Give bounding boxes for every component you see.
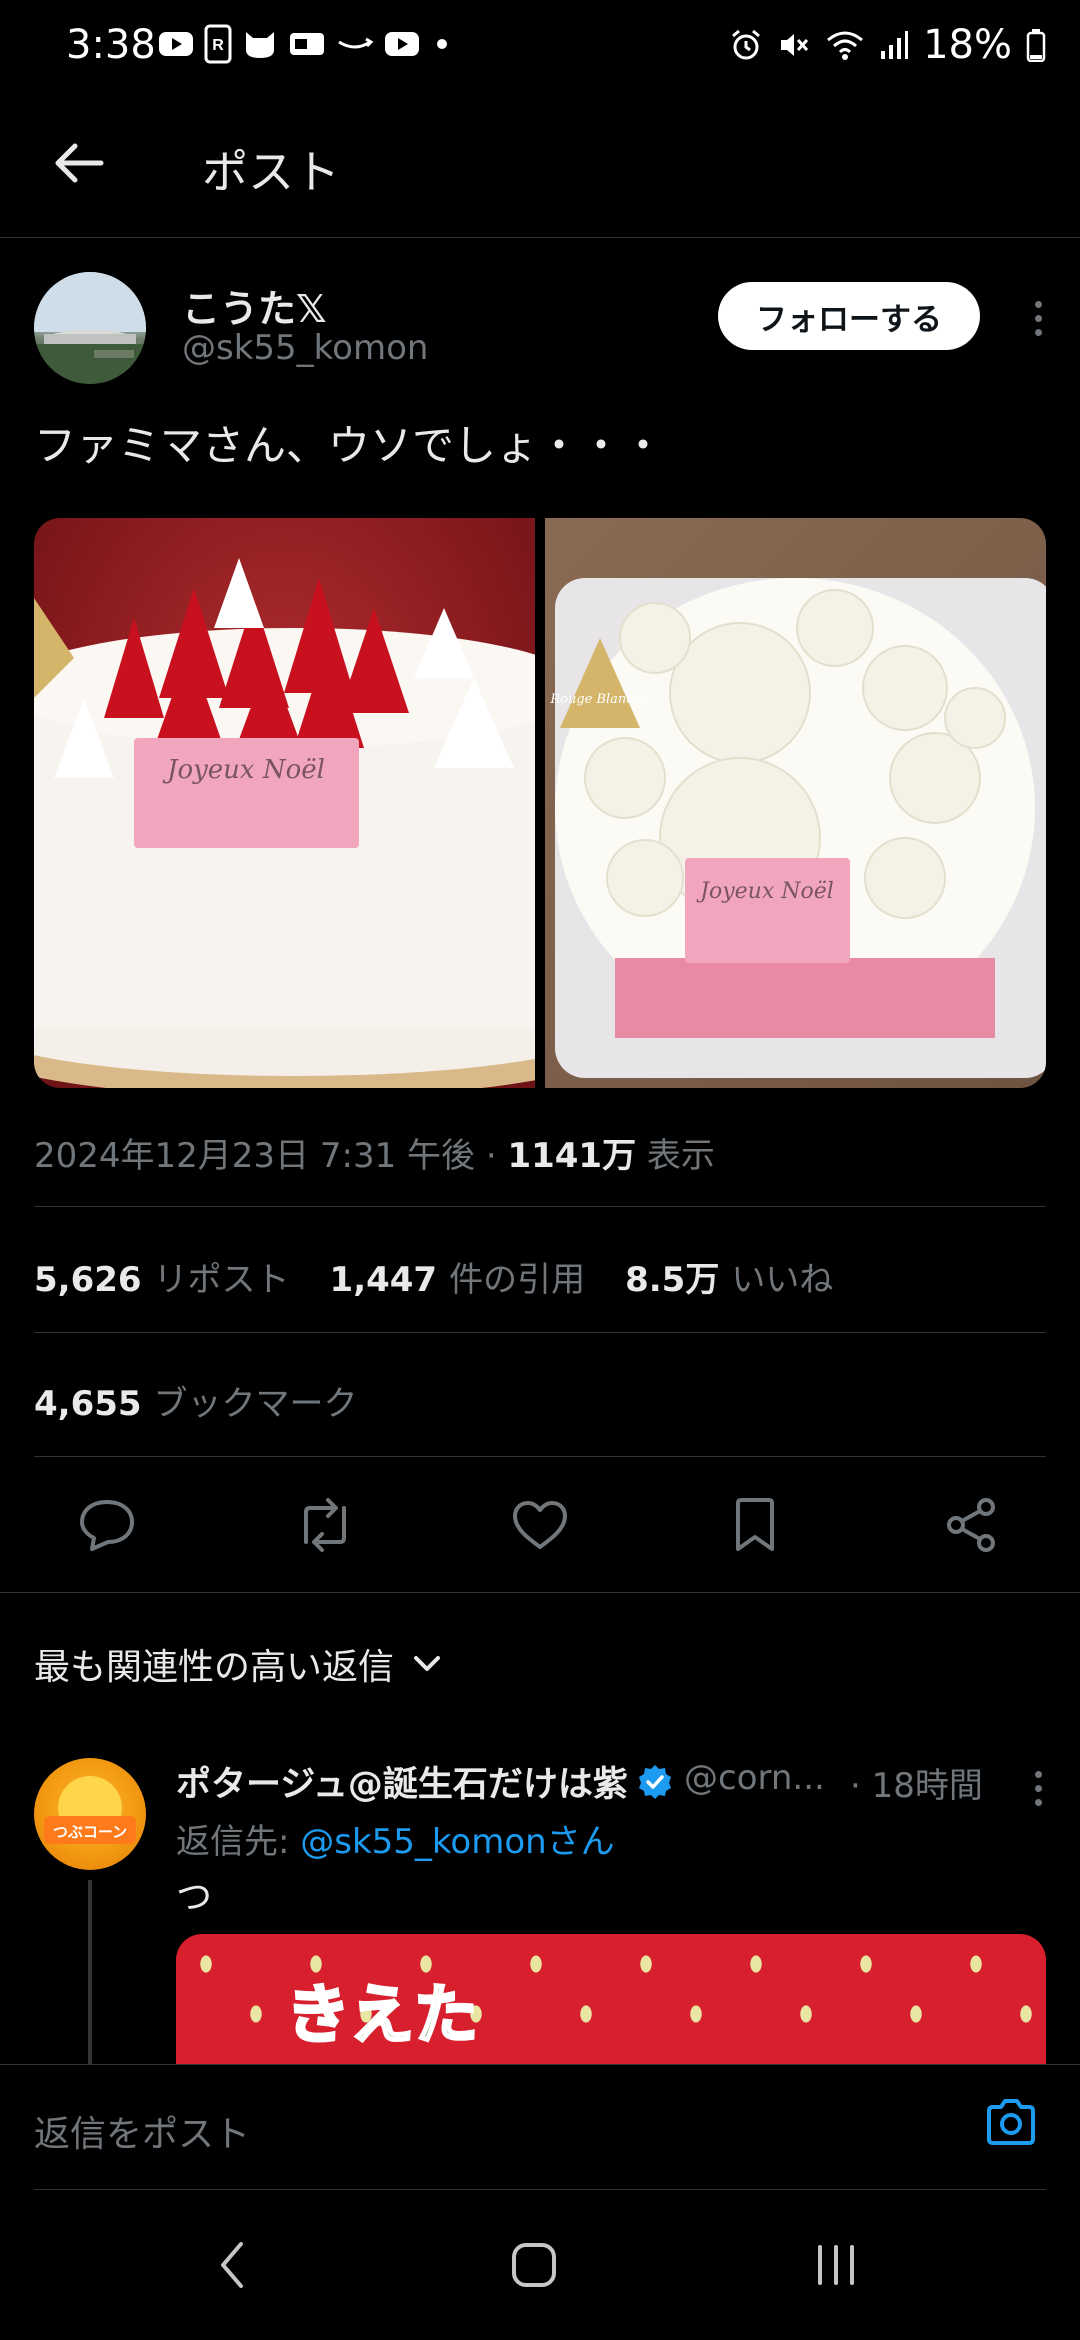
reply-author-handle[interactable]: @corn... bbox=[684, 1758, 825, 1798]
dot-icon bbox=[1034, 328, 1042, 336]
post-stats: 5,626 リポスト 1,447 件の引用 8.5万 いいね bbox=[34, 1252, 833, 1301]
nav-home-button[interactable] bbox=[484, 2220, 584, 2310]
more-options-button[interactable] bbox=[1018, 290, 1058, 346]
cake-plaque-text-1: Joyeux Noël bbox=[162, 755, 325, 785]
post-datetime: 2024年12月23日 7:31 午後 · bbox=[34, 1136, 508, 1176]
r-app-icon: R bbox=[204, 24, 232, 64]
like-icon bbox=[513, 1501, 567, 1549]
home-square-icon bbox=[512, 2243, 556, 2287]
svg-text:R: R bbox=[212, 37, 224, 54]
recents-icon bbox=[818, 2245, 854, 2285]
follow-button[interactable]: フォローする bbox=[718, 282, 980, 350]
reply-button[interactable] bbox=[72, 1490, 142, 1560]
reply-avatar[interactable]: つぶコーン bbox=[34, 1758, 146, 1870]
back-button[interactable] bbox=[44, 128, 114, 198]
camera-button[interactable] bbox=[976, 2087, 1046, 2157]
repost-icon bbox=[304, 1498, 346, 1552]
top-app-bar: ポスト bbox=[0, 100, 1080, 238]
signal-icon bbox=[879, 29, 909, 61]
amazon-icon bbox=[336, 32, 374, 56]
divider bbox=[34, 1456, 1046, 1457]
page-title: ポスト bbox=[202, 145, 340, 199]
battery-percent: 18% bbox=[923, 22, 1012, 68]
reply-compose-input[interactable]: 返信をポスト bbox=[34, 2105, 250, 2157]
cat-app-icon bbox=[242, 28, 278, 60]
divider bbox=[0, 1592, 1080, 1593]
reply-media-text: きえた bbox=[285, 1978, 480, 2055]
system-icons: 18% bbox=[729, 22, 1046, 68]
reply-to-line: 返信先: @sk55_komonさん bbox=[176, 1822, 615, 1862]
camera-icon bbox=[987, 2099, 1035, 2145]
post-text: ファミマさん、ウソでしょ・・・ bbox=[34, 421, 665, 470]
battery-icon bbox=[1026, 28, 1046, 62]
repost-button[interactable] bbox=[290, 1490, 360, 1560]
divider bbox=[34, 1206, 1046, 1207]
thread-line bbox=[88, 1880, 92, 2065]
youtube-icon bbox=[384, 30, 420, 58]
card-icon bbox=[288, 29, 326, 59]
divider bbox=[34, 1332, 1046, 1333]
author-name[interactable]: こうた𝕏 bbox=[182, 278, 327, 333]
chevron-left-icon bbox=[221, 2242, 243, 2288]
reply-more-options-button[interactable] bbox=[1018, 1760, 1058, 1816]
post-image-2[interactable]: Joyeux Noël Rouge Blanche bbox=[545, 518, 1046, 1088]
alarm-icon bbox=[729, 28, 763, 62]
arrow-left-icon bbox=[55, 143, 104, 183]
share-button[interactable] bbox=[936, 1490, 1006, 1560]
notification-icons: R bbox=[158, 24, 454, 64]
status-time: 3:38 bbox=[66, 22, 156, 68]
cake-plaque-text-2: Joyeux Noël bbox=[696, 879, 834, 904]
reply-sort-label: 最も関連性の高い返信 bbox=[34, 1647, 395, 1688]
cream-cake-image: Joyeux Noël Rouge Blanche bbox=[549, 578, 1046, 1078]
reply-author-name[interactable]: ポタージュ@誕生石だけは紫 bbox=[176, 1756, 674, 1807]
share-icon bbox=[947, 1498, 995, 1552]
dot-icon bbox=[1034, 1798, 1042, 1806]
post-actions bbox=[0, 1490, 1080, 1560]
view-label: 表示 bbox=[636, 1136, 715, 1176]
strawberry-cake-image: Joyeux Noël bbox=[34, 558, 535, 1088]
cake-tag-text: Rouge Blanche bbox=[549, 692, 650, 707]
reply-media-image[interactable]: きえた bbox=[176, 1934, 1046, 2064]
reply-icon bbox=[80, 1500, 134, 1551]
bookmarks-stat[interactable]: 4,655 ブックマーク bbox=[34, 1376, 358, 1425]
dot-icon bbox=[1034, 1770, 1042, 1778]
bookmark-button[interactable] bbox=[720, 1490, 790, 1560]
likes-stat[interactable]: 8.5万 いいね bbox=[625, 1252, 833, 1301]
chevron-down-icon bbox=[414, 1656, 441, 1671]
author-avatar[interactable] bbox=[34, 272, 146, 384]
dot-icon bbox=[1034, 1784, 1042, 1792]
quotes-stat[interactable]: 1,447 件の引用 bbox=[330, 1252, 586, 1301]
nav-recents-button[interactable] bbox=[786, 2220, 886, 2310]
svg-text:つぶコーン: つぶコーン bbox=[53, 1823, 127, 1841]
system-nav-bar bbox=[0, 2190, 1080, 2340]
dot-icon bbox=[430, 32, 454, 56]
bookmark-icon bbox=[736, 1498, 774, 1551]
mute-icon bbox=[777, 28, 811, 62]
dot-icon bbox=[1034, 314, 1042, 322]
post-image-1[interactable]: Joyeux Noël bbox=[34, 518, 535, 1088]
status-bar: 3:38 R 18% bbox=[0, 0, 1080, 100]
stadium-image bbox=[34, 272, 146, 384]
reply-to-link[interactable]: @sk55_komonさん bbox=[300, 1822, 614, 1862]
post-media: Joyeux Noël Joyeux Noël Rouge Blanche bbox=[34, 518, 1046, 1088]
view-count: 1141万 bbox=[507, 1136, 637, 1176]
reposts-stat[interactable]: 5,626 リポスト bbox=[34, 1252, 290, 1301]
reply-compose-bar: 返信をポスト bbox=[0, 2064, 1080, 2190]
wifi-icon bbox=[825, 28, 865, 62]
youtube-icon bbox=[158, 30, 194, 58]
author-handle[interactable]: @sk55_komon bbox=[182, 328, 428, 368]
snack-bag-image: つぶコーン bbox=[44, 1776, 136, 1844]
reply-time: · 18時間 bbox=[850, 1766, 983, 1806]
like-button[interactable] bbox=[505, 1490, 575, 1560]
nav-back-button[interactable] bbox=[182, 2220, 282, 2310]
dot-icon bbox=[1034, 300, 1042, 308]
reply-sort-dropdown[interactable]: 最も関連性の高い返信 bbox=[34, 1638, 442, 1690]
reply-text: つ bbox=[176, 1877, 213, 1918]
post-meta: 2024年12月23日 7:31 午後 · 1141万 表示 bbox=[34, 1128, 715, 1177]
verified-badge-icon bbox=[638, 1764, 671, 1799]
